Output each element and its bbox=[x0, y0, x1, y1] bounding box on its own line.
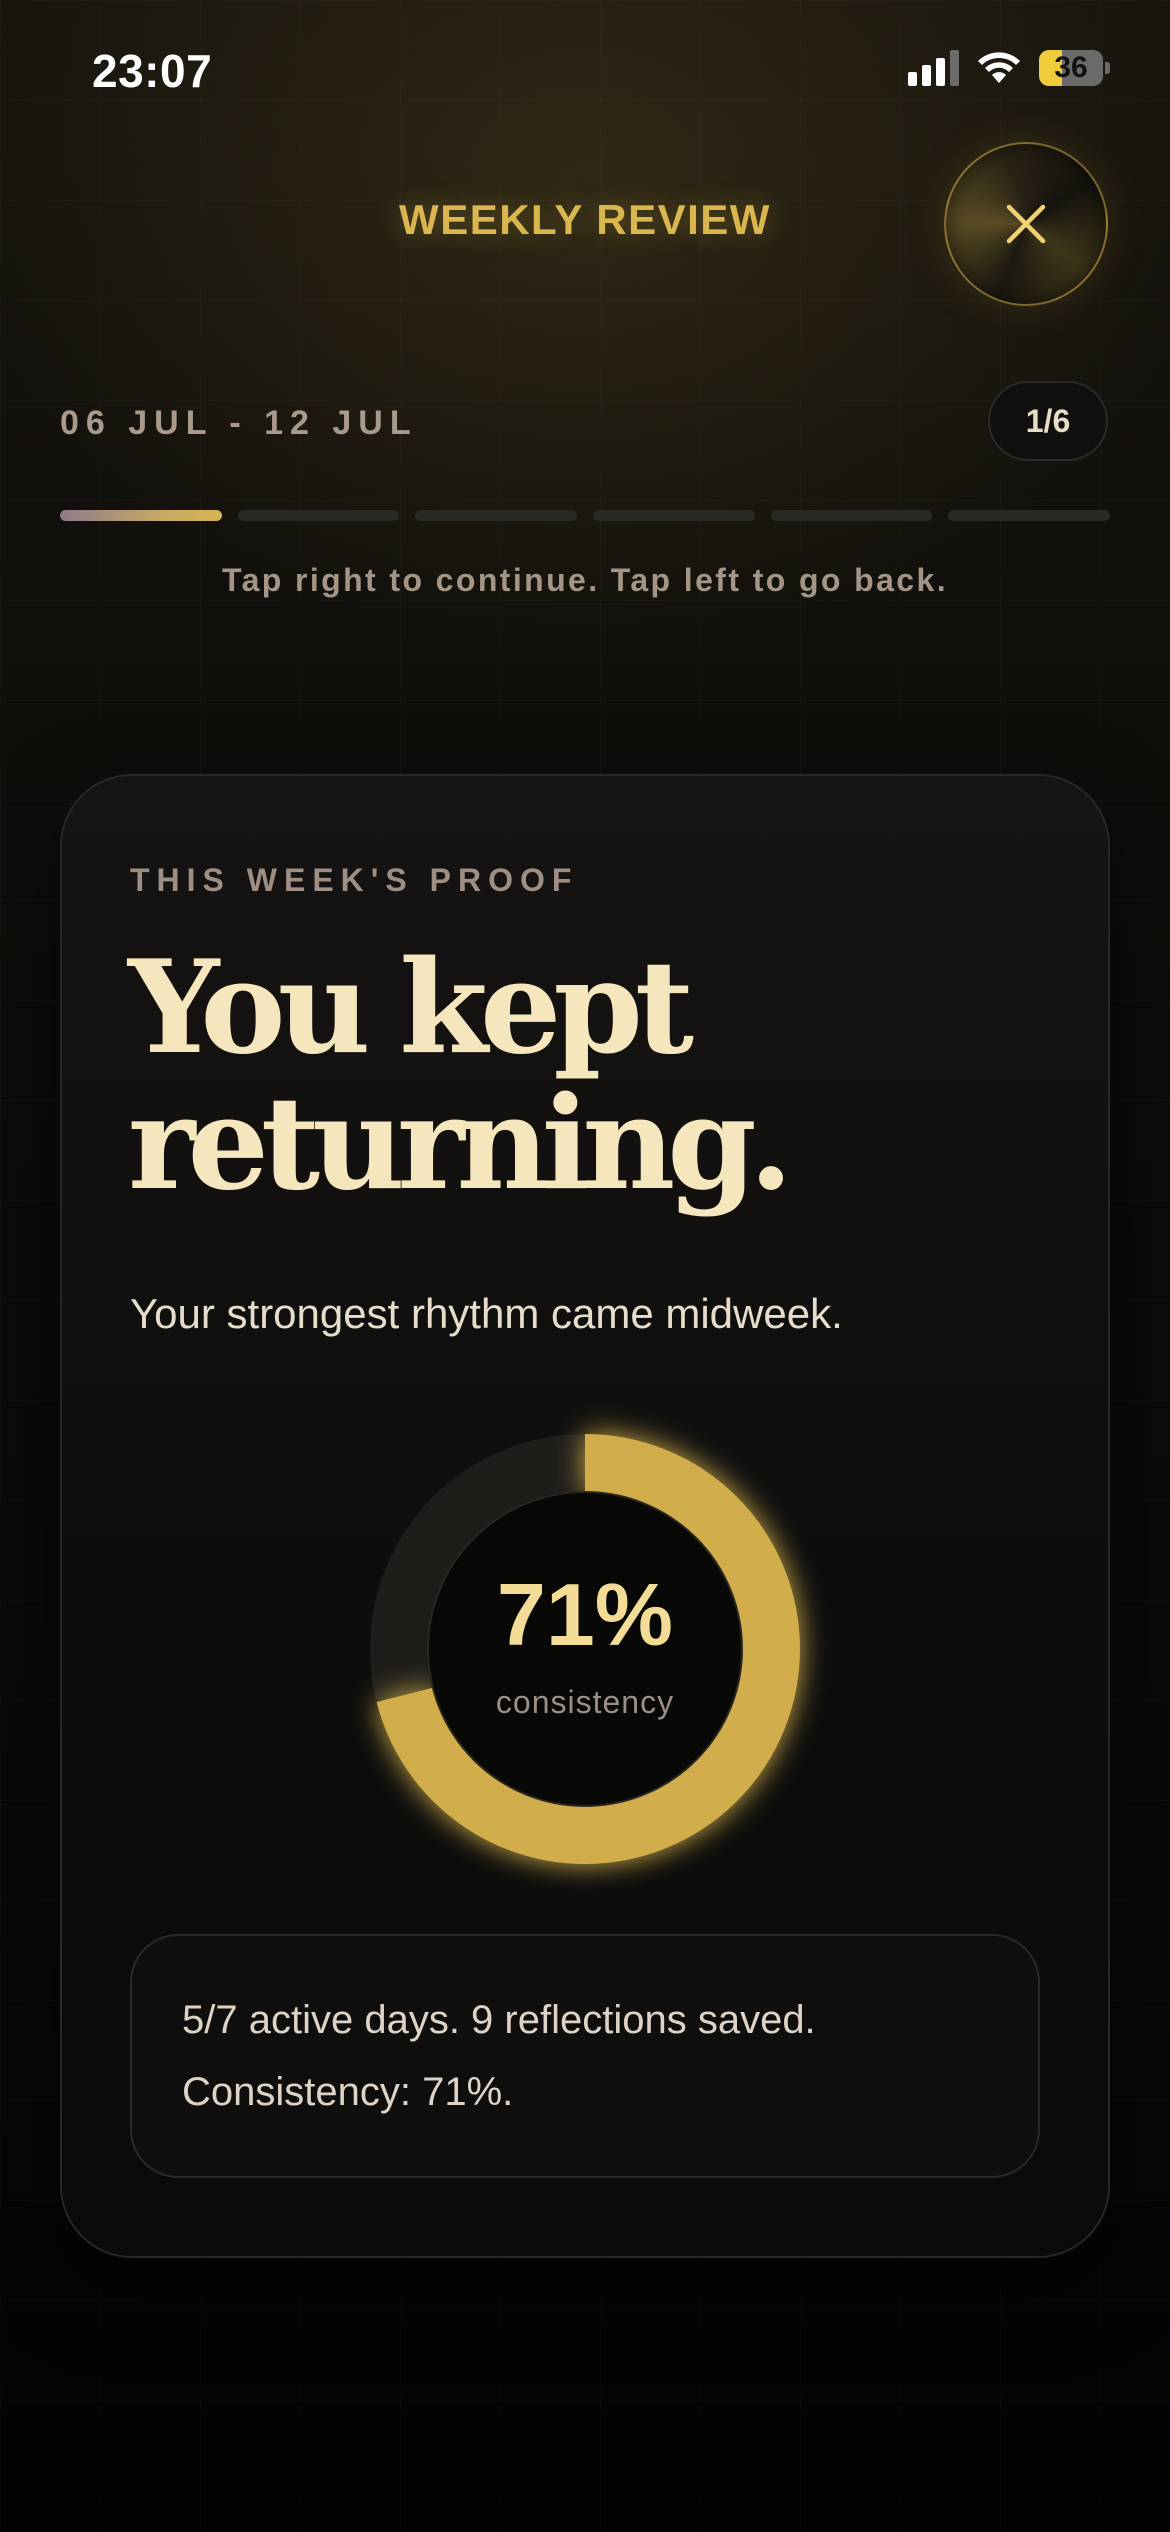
stats-line-1: 5/7 active days. 9 reflections saved. bbox=[182, 1998, 816, 2042]
signal-icon bbox=[908, 50, 959, 86]
date-range: 06 JUL - 12 JUL bbox=[60, 404, 418, 442]
wifi-icon bbox=[978, 52, 1020, 83]
progress-segment bbox=[60, 510, 222, 521]
card-subtitle: Your strongest rhythm came midweek. bbox=[130, 1290, 843, 1337]
progress-segment bbox=[415, 510, 578, 521]
status-time: 23:07 bbox=[92, 45, 213, 97]
battery-cap bbox=[1105, 62, 1110, 74]
status-icons: 36 bbox=[908, 50, 1110, 86]
consistency-ring: 71% consistency bbox=[370, 1434, 800, 1864]
story-progress-bar bbox=[60, 510, 1111, 521]
navigation-hint: Tap right to continue. Tap left to go ba… bbox=[222, 562, 948, 598]
page-indicator: 1/6 bbox=[988, 381, 1108, 461]
stats-summary: 5/7 active days. 9 reflections saved. Co… bbox=[130, 1934, 1040, 2178]
close-icon bbox=[1006, 204, 1046, 244]
battery-icon: 36 bbox=[1039, 50, 1103, 86]
consistency-value: 71% bbox=[496, 1565, 674, 1664]
close-button[interactable] bbox=[944, 142, 1108, 306]
headline-line-2: returning. bbox=[128, 1069, 793, 1219]
card-eyebrow: THIS WEEK'S PROOF bbox=[130, 862, 579, 898]
headline-line-1: You kept bbox=[128, 933, 694, 1083]
progress-segment bbox=[770, 510, 933, 521]
progress-segment bbox=[593, 510, 755, 521]
battery-percent: 36 bbox=[1054, 51, 1088, 84]
weekly-review-screen: 23:07 36 WEEKLY REVIEW 06 JUL - 12 JUL 1… bbox=[0, 0, 1170, 2532]
consistency-label: consistency bbox=[495, 1684, 675, 1720]
progress-segment bbox=[948, 510, 1111, 521]
card-headline: You kept returning. bbox=[128, 940, 1028, 1212]
stats-line-2: Consistency: 71%. bbox=[182, 2070, 514, 2114]
progress-segment bbox=[237, 510, 400, 521]
